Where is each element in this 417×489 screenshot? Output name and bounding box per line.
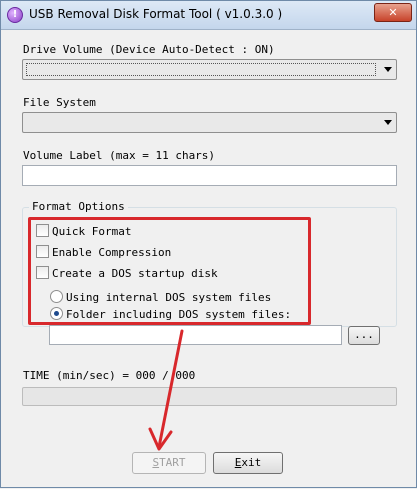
volume-label-input[interactable] [22,165,397,186]
format-options-title: Format Options [29,200,128,213]
file-system-label: File System [23,96,96,109]
close-button[interactable]: ✕ [374,3,412,22]
chevron-down-icon [384,120,392,125]
exit-button-label: Exit [234,456,262,469]
title-bar: ! USB Removal Disk Format Tool ( v1.0.3.… [1,1,416,30]
volume-label-caption: Volume Label (max = 11 chars) [23,149,216,162]
format-progress-bar [22,387,397,406]
window-title: USB Removal Disk Format Tool ( v1.0.3.0 … [29,7,283,21]
time-label: TIME (min/sec) = 000 / 000 [23,369,196,382]
chevron-down-icon [384,67,392,72]
browse-button[interactable]: ... [348,326,380,345]
drive-volume-dropdown[interactable] [22,59,397,80]
annotation-highlight-box [28,217,311,325]
focus-rect [26,63,376,76]
app-icon: ! [7,7,23,23]
drive-volume-label: Drive Volume (Device Auto-Detect : ON) [23,43,275,56]
dos-folder-path-input[interactable] [49,325,342,345]
main-window: ! USB Removal Disk Format Tool ( v1.0.3.… [0,0,417,488]
exit-button[interactable]: Exit [213,452,283,474]
start-button-label: START [152,456,186,469]
close-icon: ✕ [388,6,398,19]
file-system-dropdown[interactable] [22,112,397,133]
start-button[interactable]: START [132,452,206,474]
annotation-arrow-head [148,427,173,451]
